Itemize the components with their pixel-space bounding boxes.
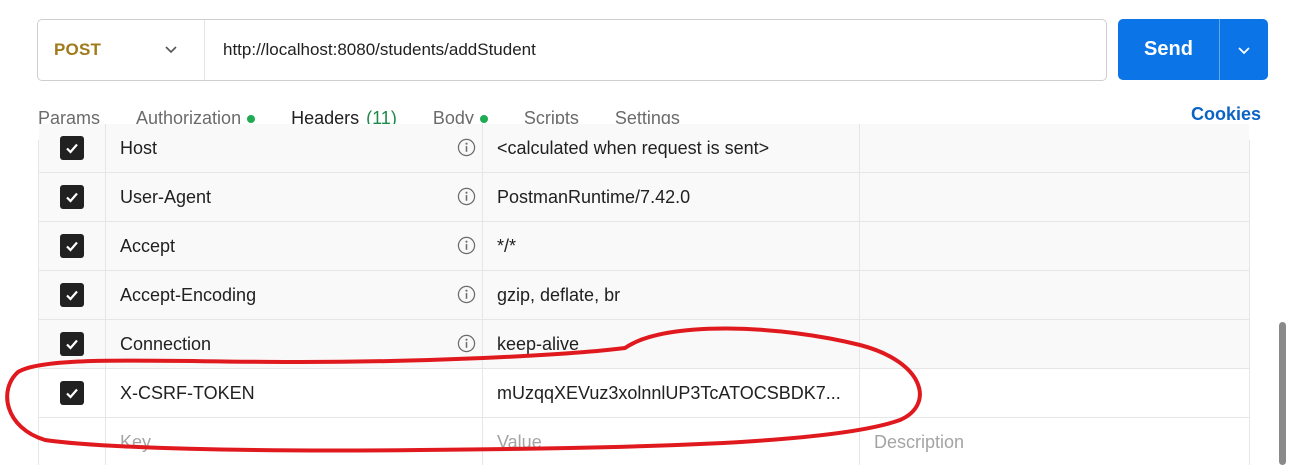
- annotation-circle: [5, 326, 922, 453]
